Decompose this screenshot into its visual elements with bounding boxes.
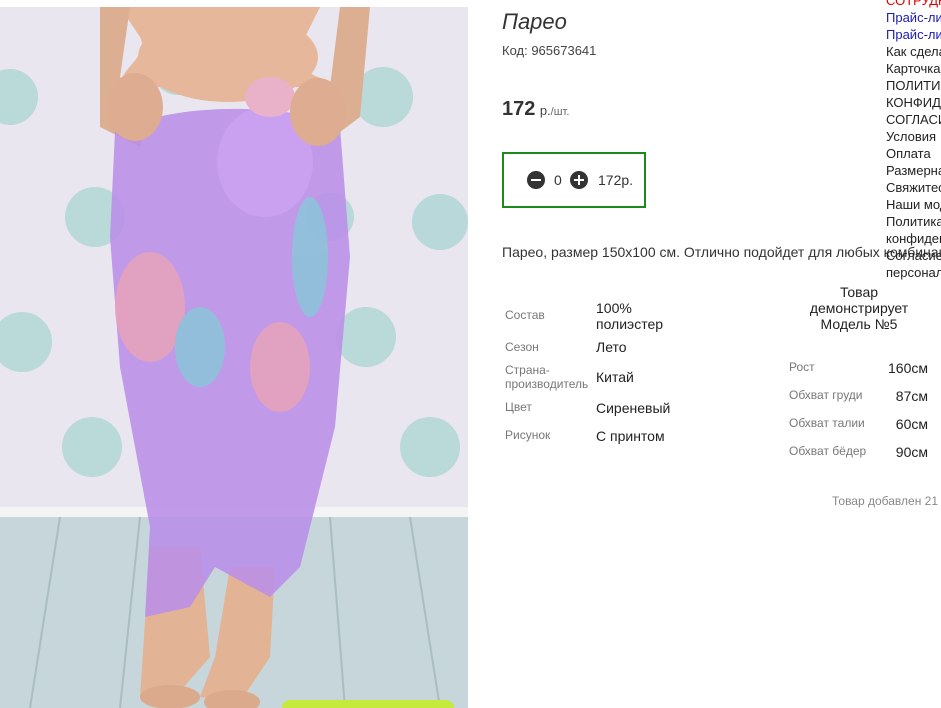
minus-circle-icon[interactable]: [527, 171, 545, 189]
side-menu-item[interactable]: ПОЛИТИКА: [886, 77, 941, 94]
model-value: 60см: [895, 416, 928, 432]
quantity-stepper: 0 172р.: [502, 152, 646, 208]
model-value: 90см: [895, 444, 928, 460]
product-code: Код: 965673641: [502, 43, 597, 58]
side-menu-item[interactable]: Свяжитесь: [886, 179, 941, 196]
attribute-key: Рисунок: [505, 428, 551, 442]
attribute-key: Сезон: [505, 340, 539, 354]
side-menu-item[interactable]: Прайс-лист: [886, 26, 941, 43]
attribute-key: Цвет: [505, 400, 532, 414]
side-menu-item[interactable]: Условия: [886, 128, 941, 145]
price-unit: р./шт.: [540, 103, 570, 118]
side-menu-item[interactable]: персональных: [886, 264, 941, 281]
price-per: /шт.: [550, 106, 570, 118]
attribute-value: С принтом: [596, 428, 665, 444]
attribute-value: Сиреневый: [596, 400, 671, 416]
attribute-value: 100% полиэстер: [596, 300, 664, 332]
pareo-photo-illustration: [0, 7, 468, 708]
added-date: Товар добавлен 21: [832, 494, 939, 508]
quantity-sum: 172р.: [598, 172, 634, 188]
model-key: Обхват талии: [789, 416, 865, 430]
plus-circle-icon[interactable]: [570, 171, 588, 189]
product-price: 172 р./шт.: [502, 98, 569, 121]
model-value: 87см: [895, 388, 928, 404]
product-page: Парео Код: 965673641 172 р./шт. 0 172р. …: [0, 0, 941, 708]
model-key: Обхват груди: [789, 388, 863, 402]
side-menu-item[interactable]: Оплата: [886, 145, 941, 162]
quantity-value[interactable]: 0: [554, 172, 562, 188]
model-key: Рост: [789, 360, 815, 374]
model-value: 160см: [888, 360, 928, 376]
product-description: Парео, размер 150х100 см. Отлично подойд…: [502, 244, 941, 260]
model-title: Товар демонстрирует Модель №5: [809, 284, 909, 332]
attribute-key: Состав: [505, 308, 545, 322]
side-menu-item[interactable]: Размерная: [886, 162, 941, 179]
price-currency: р.: [539, 103, 551, 118]
side-menu: СОТРУДНИЧЕСТВО Прайс-лист Прайс-лист Как…: [886, 0, 941, 281]
side-menu-item[interactable]: Политика: [886, 213, 941, 230]
attribute-value: Китай: [596, 369, 634, 385]
side-menu-item[interactable]: Карточка: [886, 60, 941, 77]
buy-tab[interactable]: [282, 700, 454, 708]
product-photo[interactable]: [0, 7, 468, 708]
product-title: Парео: [502, 9, 567, 34]
side-menu-item[interactable]: СОТРУДНИЧЕСТВО: [886, 0, 941, 9]
attribute-value: Лето: [596, 339, 627, 355]
side-menu-item[interactable]: Согласие: [886, 247, 941, 264]
model-key: Обхват бёдер: [789, 444, 867, 458]
side-menu-item[interactable]: конфиденциальности: [886, 230, 941, 247]
side-menu-item[interactable]: Прайс-лист: [886, 9, 941, 26]
side-menu-item[interactable]: СОГЛАСИЕ: [886, 111, 941, 128]
side-menu-item[interactable]: КОНФИДЕНЦИАЛЬНОСТИ: [886, 94, 941, 111]
attribute-key: Страна-производитель: [505, 363, 589, 391]
side-menu-item[interactable]: Наши модели: [886, 196, 941, 213]
side-menu-item[interactable]: Как сделать заказ: [886, 43, 941, 60]
price-value: 172: [502, 98, 536, 120]
